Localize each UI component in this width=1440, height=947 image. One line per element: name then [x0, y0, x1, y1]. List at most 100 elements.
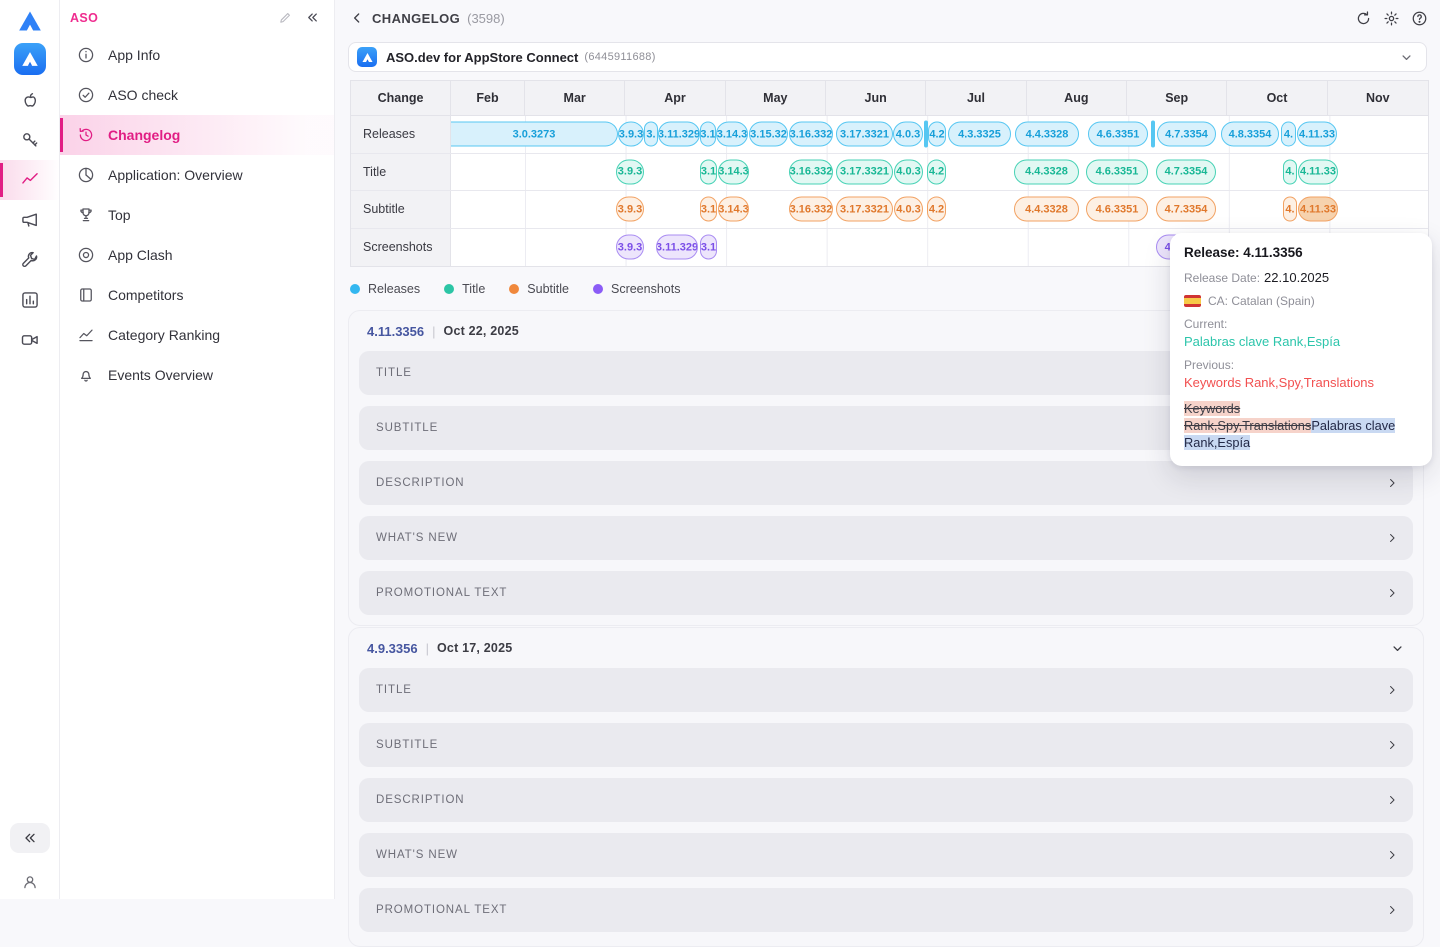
rail-megaphone-icon[interactable] — [0, 200, 60, 240]
settings-gear-icon[interactable] — [1383, 10, 1400, 27]
user-account-icon[interactable] — [21, 873, 39, 891]
version-pill[interactable]: 3.1 — [700, 122, 716, 147]
sidebar-item-aso-check[interactable]: ASO check — [60, 75, 334, 115]
app-selector[interactable]: ASO.dev for AppStore Connect (6445911688… — [348, 42, 1427, 72]
version-pill[interactable]: 3.15.32 — [749, 122, 788, 147]
version-pill[interactable]: 3.16.332 — [789, 159, 833, 184]
version-pill[interactable]: 3.9.3 — [616, 159, 644, 184]
app-name: ASO.dev for AppStore Connect — [386, 50, 578, 65]
version-pill[interactable]: 4.7.3354 — [1157, 122, 1216, 147]
version-pill[interactable]: 4.2 — [927, 159, 946, 184]
chevron-right-icon — [1385, 683, 1399, 697]
rail-collapse-button[interactable] — [10, 823, 50, 853]
sidebar-item-application-overview[interactable]: Application: Overview — [60, 155, 334, 195]
section-row-title[interactable]: TITLE — [359, 668, 1413, 712]
sidebar-item-label: ASO check — [108, 87, 178, 103]
version-pill[interactable]: 4.2 — [928, 122, 946, 147]
sidebar-collapse-icon[interactable] — [305, 10, 320, 25]
sidebar-item-category-ranking[interactable]: Category Ranking — [60, 315, 334, 355]
changelog-count: (3598) — [467, 11, 505, 26]
chevron-right-icon — [1385, 531, 1399, 545]
sidebar-item-events-overview[interactable]: Events Overview — [60, 355, 334, 395]
version-pill[interactable]: 3. — [644, 122, 658, 147]
version-pill[interactable]: 3.17.3321 — [836, 122, 893, 147]
chevron-right-icon — [1385, 903, 1399, 917]
version-pill[interactable]: 3.11.329 — [656, 235, 698, 260]
version-pill-narrow[interactable] — [1151, 121, 1155, 148]
version-pill[interactable]: 4.3.3325 — [948, 122, 1011, 147]
sidebar-item-label: Top — [108, 207, 131, 223]
bell-icon — [77, 366, 95, 384]
sidebar-item-changelog[interactable]: Changelog — [60, 115, 334, 155]
edit-pencil-icon[interactable] — [278, 10, 293, 25]
section-row-description[interactable]: DESCRIPTION — [359, 778, 1413, 822]
version-link[interactable]: 4.11.3356 — [367, 324, 424, 339]
version-pill[interactable]: 3.16.332 — [789, 122, 833, 147]
sidebar-item-app-clash[interactable]: App Clash — [60, 235, 334, 275]
version-pill[interactable]: 4.11.33 — [1298, 159, 1338, 184]
version-pill[interactable]: 3.16.332 — [789, 197, 833, 222]
version-pill[interactable]: 4.11.33 — [1298, 197, 1338, 222]
help-icon[interactable] — [1411, 10, 1428, 27]
refresh-icon[interactable] — [1355, 10, 1372, 27]
version-pill[interactable]: 4.0.3 — [894, 197, 923, 222]
rail-bar-panel-icon[interactable] — [0, 280, 60, 320]
section-row-promotional-text[interactable]: PROMOTIONAL TEXT — [359, 571, 1413, 615]
aso-logo-icon[interactable] — [17, 8, 43, 34]
section-row-subtitle[interactable]: SUBTITLE — [359, 723, 1413, 767]
sidebar-item-competitors[interactable]: Competitors — [60, 275, 334, 315]
version-pill[interactable]: 3.17.3321 — [836, 197, 893, 222]
section-row-what-s-new[interactable]: WHAT'S NEW — [359, 833, 1413, 877]
version-pill[interactable]: 4.4.3328 — [1014, 159, 1079, 184]
version-pill[interactable]: 4.6.3351 — [1086, 159, 1148, 184]
version-pill[interactable]: 4.6.3351 — [1088, 122, 1148, 147]
rail-video-icon[interactable] — [0, 320, 60, 360]
version-pill[interactable]: 3.9.3 — [616, 235, 644, 260]
rail-apple-icon[interactable] — [0, 80, 60, 120]
aso-app-tile-icon[interactable] — [14, 43, 46, 75]
version-pill[interactable]: 4. — [1283, 159, 1297, 184]
rail-line-chart-icon[interactable] — [0, 160, 60, 200]
version-pill[interactable]: 4.11.33 — [1297, 122, 1337, 147]
rail-wrench-icon[interactable] — [0, 240, 60, 280]
sidebar-title: ASO — [70, 11, 266, 25]
legend-dot-icon — [509, 284, 519, 294]
version-pill[interactable]: 4.8.3354 — [1221, 122, 1279, 147]
back-chevron-icon[interactable] — [349, 10, 365, 26]
version-pill[interactable]: 4.0.3 — [894, 159, 923, 184]
chevron-down-icon[interactable] — [1390, 641, 1405, 656]
version-pill[interactable]: 4.6.3351 — [1086, 197, 1148, 222]
version-pill[interactable]: 4.0.3 — [893, 122, 923, 147]
sidebar-item-label: Events Overview — [108, 367, 213, 383]
version-pill[interactable]: 3.14.3 — [718, 197, 749, 222]
version-pill[interactable]: 3.11.329 — [658, 122, 700, 147]
version-pill[interactable]: 3.1 — [700, 159, 717, 184]
version-pill[interactable]: 4.7.3354 — [1156, 197, 1216, 222]
version-link[interactable]: 4.9.3356 — [367, 641, 418, 656]
version-pill[interactable]: 3.1 — [700, 235, 717, 260]
version-pill[interactable]: 3.14.3 — [716, 122, 748, 147]
changelog-card-header[interactable]: 4.9.3356 | Oct 17, 2025 — [359, 634, 1413, 662]
rail-key-icon[interactable] — [0, 120, 60, 160]
version-pill[interactable]: 4. — [1283, 197, 1297, 222]
section-row-promotional-text[interactable]: PROMOTIONAL TEXT — [359, 888, 1413, 932]
changelog-card: 4.9.3356 | Oct 17, 2025 TITLE SUBTITLE DES… — [348, 627, 1424, 947]
sidebar-item-app-info[interactable]: App Info — [60, 35, 334, 75]
version-pill[interactable]: 3.9.3 — [618, 122, 644, 147]
column-header-apr: Apr — [625, 81, 725, 115]
chevron-right-icon — [1385, 586, 1399, 600]
sidebar-item-label: Competitors — [108, 287, 183, 303]
version-pill[interactable]: 3.14.3 — [718, 159, 749, 184]
version-pill[interactable]: 4.4.3328 — [1014, 197, 1079, 222]
section-row-description[interactable]: DESCRIPTION — [359, 461, 1413, 505]
section-row-what-s-new[interactable]: WHAT'S NEW — [359, 516, 1413, 560]
version-pill[interactable]: 3.17.3321 — [836, 159, 893, 184]
sidebar-item-top[interactable]: Top — [60, 195, 334, 235]
version-pill[interactable]: 3.1 — [700, 197, 717, 222]
version-pill[interactable]: 4. — [1281, 122, 1296, 147]
version-pill[interactable]: 4.7.3354 — [1156, 159, 1216, 184]
version-pill[interactable]: 3.0.3273 — [451, 122, 618, 147]
version-pill[interactable]: 4.2 — [927, 197, 946, 222]
version-pill[interactable]: 4.4.3328 — [1015, 122, 1079, 147]
version-pill[interactable]: 3.9.3 — [616, 197, 644, 222]
